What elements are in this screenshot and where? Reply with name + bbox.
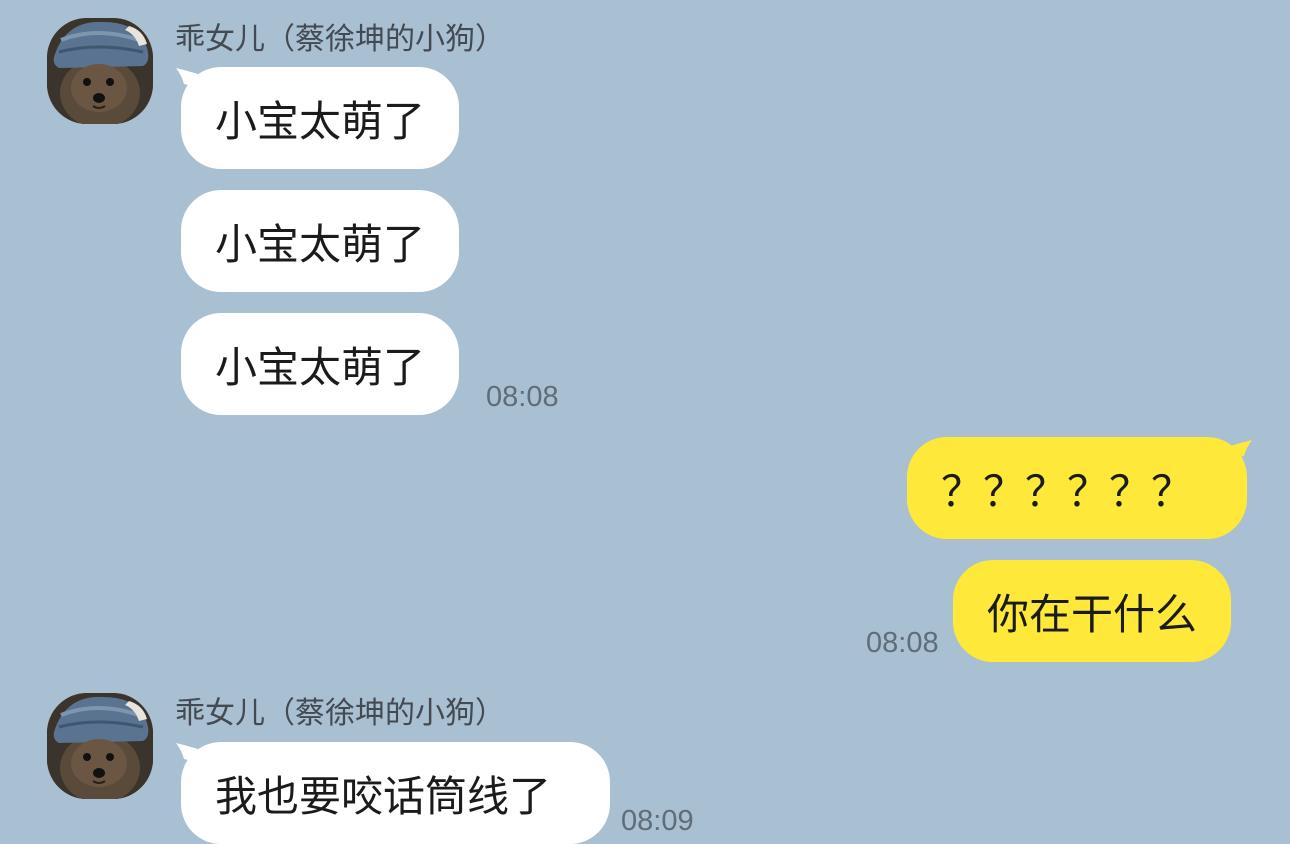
message-bubble[interactable]: 小宝太萌了 [181,313,460,415]
sender-name: 乖女儿（蔡徐坤的小狗） [175,696,505,731]
dog-avatar-icon [47,693,153,799]
sender-avatar[interactable] [47,693,153,799]
message-bubble[interactable]: ？？？？？？ [907,437,1247,539]
message-timestamp: 08:08 [486,381,559,413]
message-timestamp: 08:08 [866,627,939,659]
message-text: 你在干什么 [987,589,1198,639]
message-bubble[interactable]: 小宝太萌了 [181,190,460,292]
dog-avatar-icon [47,18,153,124]
message-timestamp: 08:09 [621,805,694,837]
message-bubble[interactable]: 你在干什么 [953,560,1232,662]
message-text: 小宝太萌了 [215,342,426,392]
message-text: ？？？？？？ [941,466,1194,516]
message-bubble[interactable]: 我也要咬话筒线了 [181,742,610,844]
message-bubble[interactable]: 小宝太萌了 [181,67,460,169]
sender-name: 乖女儿（蔡徐坤的小狗） [175,22,505,57]
message-text: 小宝太萌了 [215,96,426,146]
message-text: 小宝太萌了 [215,219,426,269]
sender-avatar[interactable] [47,18,153,124]
message-text: 我也要咬话筒线了 [215,771,552,821]
